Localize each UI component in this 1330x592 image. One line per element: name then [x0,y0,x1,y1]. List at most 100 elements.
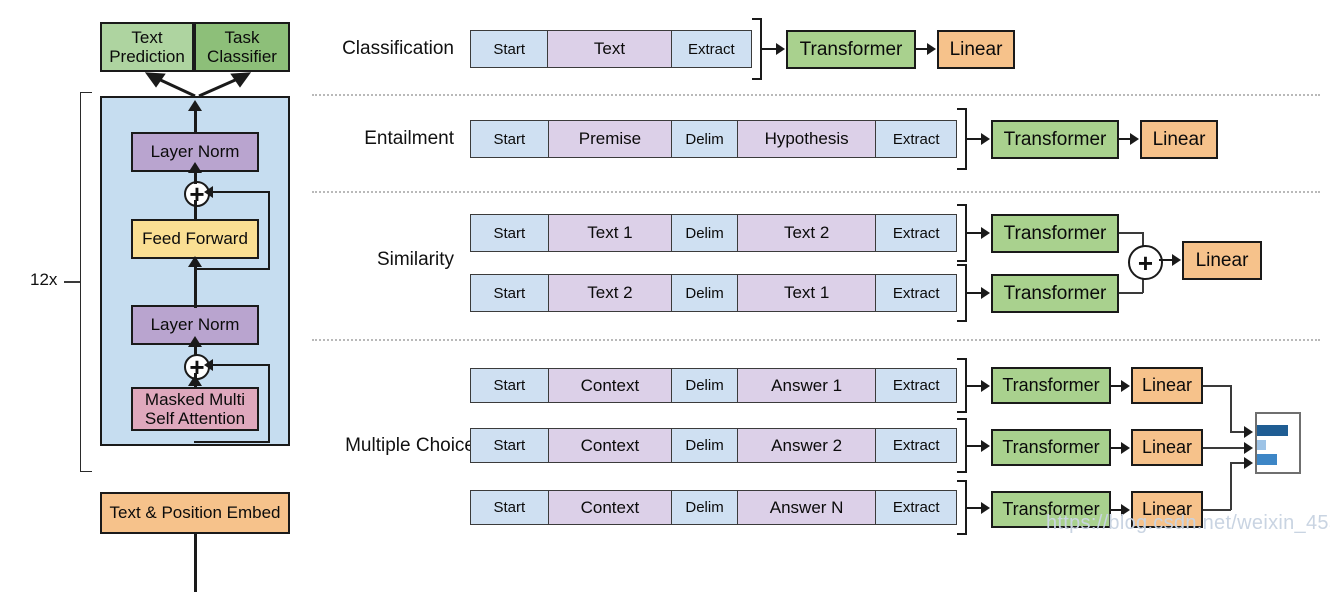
token-hypothesis: Hypothesis [738,121,876,157]
token-text: Text [548,31,671,67]
classification-sequence: Start Text Extract [470,30,752,68]
task-classifier-line2: Classifier [207,47,277,66]
token-answer: Answer 1 [738,369,876,402]
mc-route-top-arrow-icon [1244,426,1253,438]
token-text2: Text 2 [738,215,876,251]
similarity-bracket-1 [957,204,967,262]
token-delim: Delim [672,369,738,402]
separator-3 [312,339,1320,341]
token-start: Start [471,31,548,67]
entailment-sequence: Start Premise Delim Hypothesis Extract [470,120,957,158]
task-classifier-head: Task Classifier [194,22,290,72]
multiple-choice-bracket-2 [957,418,967,473]
multiple-choice-linear-2: Linear [1131,429,1203,466]
feed-forward: Feed Forward [131,219,259,259]
similarity-to-transformer-arrow-icon-1 [981,227,990,239]
classification-bracket [752,18,762,80]
multiple-choice-transformer-2: Transformer [991,429,1111,466]
multiple-choice-linear-1: Linear [1131,367,1203,404]
token-extract: Extract [876,215,956,251]
score-bar-2 [1257,440,1266,450]
entailment-transformer-to-linear-arrow-icon [1130,133,1139,145]
separator-1 [312,94,1320,96]
token-start: Start [471,369,549,402]
attn-skip-arrow-icon [204,359,213,371]
token-start: Start [471,275,549,311]
token-context: Context [549,429,672,462]
token-delim: Delim [672,275,738,311]
classification-transformer: Transformer [786,30,916,69]
token-text1: Text 1 [549,215,672,251]
token-extract: Extract [876,369,956,402]
attn-add-to-ln-arrow-icon [188,336,202,347]
watermark: https://blog.csdn.net/weixin_45577864 [1046,512,1330,535]
similarity-transformer-1: Transformer [991,214,1119,253]
ff-to-add-line [194,200,197,220]
ff-skip-arrow-icon [204,186,213,198]
ff-skip-right [268,192,270,270]
mc-route-mid-arrow-icon [1244,442,1253,454]
task-label-multiple-choice: Multiple Choice [320,435,475,457]
mc-route-mid-h [1203,447,1246,449]
token-extract: Extract [876,121,956,157]
head-fanout-arrows [118,70,278,98]
token-start: Start [471,429,549,462]
attn-skip-top [212,364,270,366]
token-text2: Text 2 [549,275,672,311]
token-text1: Text 1 [738,275,876,311]
token-answer: Answer 2 [738,429,876,462]
token-start: Start [471,491,549,524]
token-answer: Answer N [738,491,876,524]
token-start: Start [471,215,549,251]
token-context: Context [549,369,672,402]
token-extract: Extract [876,429,956,462]
mc-to-transformer-arrow-icon-2 [981,440,990,452]
similarity-sum: + [1128,245,1163,280]
token-extract: Extract [876,491,956,524]
similarity-transformer-2: Transformer [991,274,1119,313]
token-extract: Extract [672,31,751,67]
multiple-choice-bracket-1 [957,358,967,413]
mc-route-bottom-h [1203,509,1231,511]
entailment-bracket [957,108,967,170]
token-delim: Delim [672,429,738,462]
text-prediction-line2: Prediction [109,47,185,66]
similarity-merge-top [1119,232,1143,234]
repeat-count-label: 12x [30,270,57,290]
similarity-bracket-2 [957,264,967,322]
mc-route-bottom-arrow-icon [1244,457,1253,469]
score-bar-1 [1257,425,1288,436]
repeat-bracket [80,92,92,472]
mc-route-bottom-v [1230,462,1232,510]
token-delim: Delim [672,491,738,524]
ff-skip-bottom [194,268,270,270]
task-classifier-line1: Task [225,28,260,47]
entailment-transformer: Transformer [991,120,1119,159]
similarity-sequence-1: Start Text 1 Delim Text 2 Extract [470,214,957,252]
token-delim: Delim [672,215,738,251]
task-label-classification: Classification [334,38,454,60]
token-start: Start [471,121,549,157]
repeat-bracket-tick [64,281,80,283]
classification-linear: Linear [937,30,1015,69]
entailment-linear: Linear [1140,120,1218,159]
multiple-choice-sequence-2: Start Context Delim Answer 2 Extract [470,428,957,463]
attn-skip-bottom [194,441,270,443]
similarity-sequence-2: Start Text 2 Delim Text 1 Extract [470,274,957,312]
mc-transformer-to-linear-arrow-icon-2 [1121,442,1130,454]
ff-skip-top [212,191,270,193]
ff-add-to-ln-arrow-icon [188,162,202,173]
similarity-sum-to-linear-arrow-icon [1172,254,1181,266]
similarity-merge-bottom [1119,292,1143,294]
ln-bottom-to-ff-arrow-icon [188,256,202,267]
task-label-entailment: Entailment [334,128,454,150]
mc-route-top-v [1230,385,1232,432]
score-bar-3 [1257,454,1277,465]
mc-to-transformer-arrow-icon-3 [981,502,990,514]
figure-root: Text Prediction Task Classifier 12x Laye… [0,0,1330,544]
text-prediction-line1: Text [131,28,162,47]
multiple-choice-transformer-1: Transformer [991,367,1111,404]
separator-2 [312,191,1320,193]
attn-skip-right [268,365,270,443]
multiple-choice-sequence-1: Start Context Delim Answer 1 Extract [470,368,957,403]
